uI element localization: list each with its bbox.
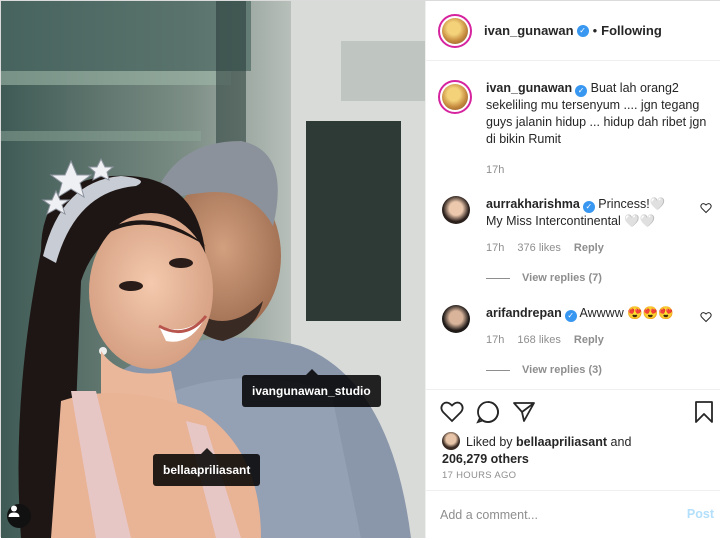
author-username[interactable]: ivan_gunawan [484, 23, 574, 38]
view-replies-button[interactable]: View replies (3) [486, 364, 712, 376]
liked-by-others[interactable]: 206,279 others [442, 451, 712, 468]
view-replies-button[interactable]: View replies (7) [486, 272, 712, 284]
comment-meta: 17h 168 likes Reply [486, 334, 712, 346]
liked-by-avatar[interactable] [442, 432, 460, 450]
liked-by-and: and [610, 435, 632, 449]
reply-button[interactable]: Reply [574, 334, 604, 346]
add-comment-input[interactable] [440, 505, 660, 525]
user-tags-button[interactable] [7, 504, 31, 528]
post-timestamp[interactable]: 17 HOURS AGO [442, 470, 516, 481]
post-comment-button[interactable]: Post [687, 507, 714, 521]
reply-button[interactable]: Reply [574, 242, 604, 254]
caption-time[interactable]: 17h [486, 164, 710, 176]
comment-like-heart-icon[interactable] [700, 202, 712, 214]
heart-icon[interactable] [440, 400, 464, 424]
share-icon[interactable] [512, 400, 536, 424]
comment-like-heart-icon[interactable] [700, 311, 712, 323]
view-replies-label: View replies (7) [522, 272, 602, 284]
comment-time[interactable]: 17h [486, 242, 504, 254]
comment-text: aurrakharishma ✓ Princess!🤍 My Miss Inter… [486, 196, 684, 230]
post-photo[interactable]: ivangunawan_studio bellaapriliasant [1, 1, 425, 538]
instagram-post-modal: ivangunawan_studio bellaapriliasant ivan… [0, 0, 720, 538]
post-header: ivan_gunawan ✓ • Following [426, 1, 720, 61]
likes-summary: Liked by bellaapriliasant and 206,279 ot… [442, 432, 712, 468]
comment-body: Awwww 😍😍😍 [579, 306, 674, 320]
comment-username[interactable]: aurrakharishma [486, 197, 580, 211]
liked-by-user[interactable]: bellaapriliasant [516, 435, 607, 449]
action-icons-row [440, 400, 713, 424]
comments-list[interactable]: ivan_gunawan ✓ Buat lah orang2 sekeliling… [426, 62, 720, 388]
header-separator: • [592, 23, 598, 38]
caption-username[interactable]: ivan_gunawan [486, 81, 572, 95]
verified-badge-icon: ✓ [582, 201, 595, 213]
caption-avatar[interactable] [438, 80, 472, 114]
view-replies-label: View replies (3) [522, 364, 602, 376]
photo-tag-studio[interactable]: ivangunawan_studio [242, 369, 381, 407]
verified-badge-icon: ✓ [564, 310, 577, 322]
replies-divider [486, 277, 510, 279]
liked-by-prefix: Liked by [466, 435, 513, 449]
comment-likes[interactable]: 168 likes [517, 334, 560, 346]
following-button[interactable]: Following [601, 23, 662, 38]
verified-badge-icon: ✓ [576, 24, 589, 37]
bookmark-icon[interactable] [692, 400, 716, 424]
add-comment-bar: Post [426, 490, 720, 540]
caption-text: ivan_gunawan ✓ Buat lah orang2 sekeliling… [486, 80, 710, 148]
comment-username[interactable]: arifandrepan [486, 306, 562, 320]
comment-icon[interactable] [476, 400, 500, 424]
photo-tag-bella[interactable]: bellaapriliasant [153, 448, 261, 486]
comment-item: aurrakharishma ✓ Princess!🤍 My Miss Inter… [442, 196, 712, 284]
person-icon [8, 505, 20, 517]
post-actions: Liked by bellaapriliasant and 206,279 ot… [426, 389, 720, 539]
post-side-panel: ivan_gunawan ✓ • Following ivan_gunawan ✓… [425, 1, 720, 538]
verified-badge-icon: ✓ [575, 85, 588, 97]
author-avatar[interactable] [438, 13, 472, 48]
commenter-avatar[interactable] [442, 196, 470, 224]
comment-time[interactable]: 17h [486, 334, 504, 346]
commenter-avatar[interactable] [442, 305, 470, 333]
replies-divider [486, 369, 510, 371]
comment-text: arifandrepan ✓ Awwww 😍😍😍 [486, 305, 684, 322]
comment-meta: 17h 376 likes Reply [486, 242, 712, 254]
comment-item: arifandrepan ✓ Awwww 😍😍😍 17h 168 likes Re… [442, 305, 712, 376]
comment-likes[interactable]: 376 likes [517, 242, 560, 254]
post-caption: ivan_gunawan ✓ Buat lah orang2 sekeliling… [438, 80, 710, 176]
